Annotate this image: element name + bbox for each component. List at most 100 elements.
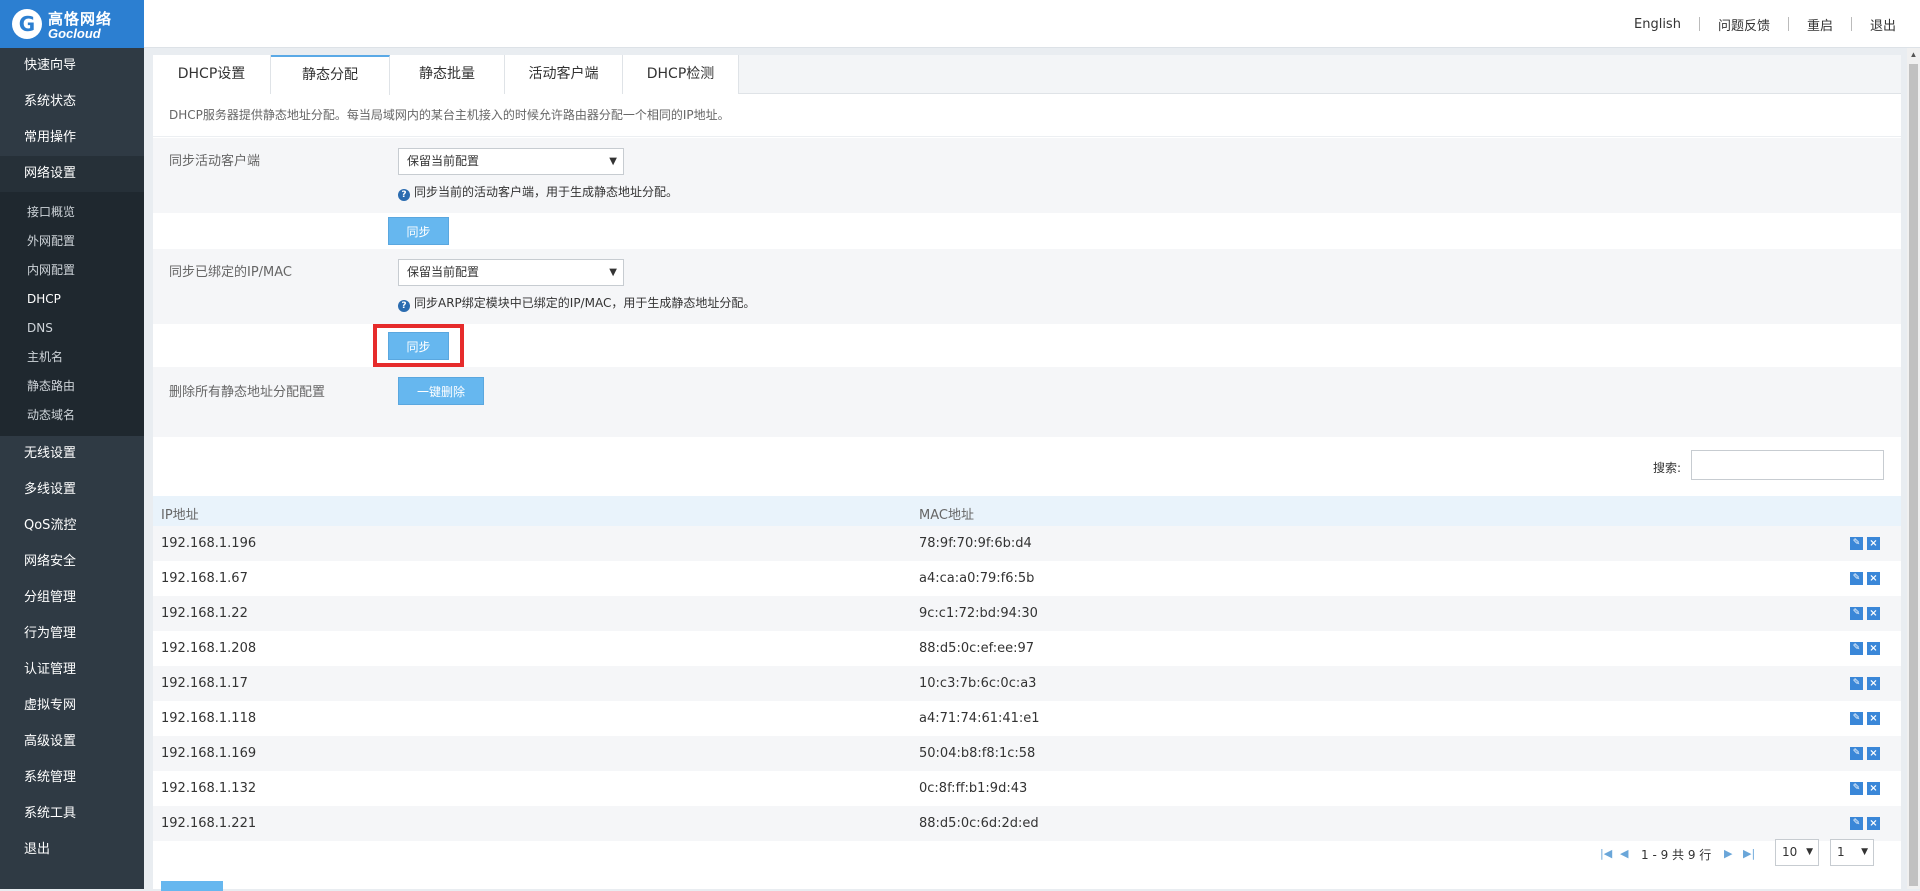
sidebar-item-auth[interactable]: 认证管理 [0,652,144,688]
sync-bound-button[interactable]: 同步 [388,332,449,360]
sidebar-item-multiline[interactable]: 多线设置 [0,472,144,508]
feedback-link[interactable]: 问题反馈 [1700,15,1788,34]
sync-bound-button-row: 同步 [153,324,1901,367]
main-panel: DHCP设置 静态分配 静态批量 活动客户端 DHCP检测 DHCP服务器提供静… [153,55,1901,891]
last-page-icon[interactable]: ▶| [1743,847,1755,860]
mac-cell: 9c:c1:72:bd:94:30 [919,606,1038,621]
edit-icon[interactable]: ✎ [1850,677,1863,690]
delete-icon[interactable]: × [1867,677,1880,690]
mac-cell: 0c:8f:ff:b1:9d:43 [919,781,1028,796]
first-page-icon[interactable]: |◀ [1600,847,1612,860]
mac-cell: 88:d5:0c:6d:2d:ed [919,816,1039,831]
delete-icon[interactable]: × [1867,572,1880,585]
prev-page-icon[interactable]: ◀ [1620,847,1628,860]
mac-cell: a4:71:74:61:41:e1 [919,711,1040,726]
sync-bound-hint-text: 同步ARP绑定模块中已绑定的IP/MAC，用于生成静态地址分配。 [414,296,756,310]
page-description: DHCP服务器提供静态地址分配。每当局域网内的某台主机接入的时候允许路由器分配一… [153,95,1901,137]
sidebar-item-logout[interactable]: 退出 [0,832,144,868]
sidebar-item-system-status[interactable]: 系统状态 [0,84,144,120]
sidebar-subitem-wan[interactable]: 外网配置 [0,227,144,256]
edit-icon[interactable]: ✎ [1850,782,1863,795]
sidebar-item-groups[interactable]: 分组管理 [0,580,144,616]
sync-bound-label: 同步已绑定的IP/MAC [169,265,293,280]
search-label: 搜索: [1653,461,1682,475]
chevron-down-icon: ▼ [609,156,617,167]
search-input[interactable] [1691,450,1884,480]
sidebar: 快速向导 系统状态 常用操作 网络设置 接口概览 外网配置 内网配置 DHCP … [0,48,144,889]
column-header-ip: IP地址 [161,508,199,523]
logo-mark: G [12,9,42,39]
ip-cell: 192.168.1.208 [161,641,257,656]
edit-icon[interactable]: ✎ [1850,712,1863,725]
sync-active-button[interactable]: 同步 [388,217,449,245]
sidebar-submenu: 接口概览 外网配置 内网配置 DHCP DNS 主机名 静态路由 动态域名 [0,192,144,436]
ip-cell: 192.168.1.132 [161,781,257,796]
reboot-link[interactable]: 重启 [1789,15,1851,34]
sidebar-item-quick-wizard[interactable]: 快速向导 [0,48,144,84]
pagination: |◀ ◀ 1 - 9 共 9 行 ▶ ▶| 10 ▼ 1 ▼ [153,835,1901,875]
sidebar-item-advanced[interactable]: 高级设置 [0,724,144,760]
sync-active-select[interactable]: 保留当前配置 ▼ [398,148,624,175]
bottom-button[interactable] [161,881,223,891]
sidebar-item-network-settings[interactable]: 网络设置 [0,156,144,192]
chevron-down-icon: ▼ [1861,847,1868,857]
tab-dhcp-detect[interactable]: DHCP检测 [623,55,739,94]
scroll-up-icon[interactable]: ▲ [1907,48,1920,62]
delete-icon[interactable]: × [1867,747,1880,760]
sidebar-item-system-mgmt[interactable]: 系统管理 [0,760,144,796]
sidebar-item-vpn[interactable]: 虚拟专网 [0,688,144,724]
delete-icon[interactable]: × [1867,607,1880,620]
delete-icon[interactable]: × [1867,782,1880,795]
sidebar-subitem-ddns[interactable]: 动态域名 [0,401,144,430]
tab-dhcp-settings[interactable]: DHCP设置 [153,55,271,94]
sync-bound-hint: ? 同步ARP绑定模块中已绑定的IP/MAC，用于生成静态地址分配。 [398,294,755,312]
top-bar: G 高恪网络 Gocloud English 问题反馈 重启 退出 [0,0,1920,48]
edit-icon[interactable]: ✎ [1850,607,1863,620]
sidebar-subitem-dhcp[interactable]: DHCP [0,285,144,314]
edit-icon[interactable]: ✎ [1850,817,1863,830]
sidebar-subitem-interfaces[interactable]: 接口概览 [0,198,144,227]
sidebar-item-system-tools[interactable]: 系统工具 [0,796,144,832]
sidebar-item-qos[interactable]: QoS流控 [0,508,144,544]
next-page-icon[interactable]: ▶ [1724,847,1732,860]
page-scrollbar[interactable]: ▲ [1907,48,1920,889]
sidebar-item-behavior[interactable]: 行为管理 [0,616,144,652]
scrollbar-thumb[interactable] [1909,64,1918,886]
sidebar-item-wireless[interactable]: 无线设置 [0,436,144,472]
mac-cell: 78:9f:70:9f:6b:d4 [919,536,1032,551]
delete-all-button[interactable]: 一键删除 [398,377,484,405]
delete-icon[interactable]: × [1867,712,1880,725]
sync-bound-select[interactable]: 保留当前配置 ▼ [398,259,624,286]
delete-icon[interactable]: × [1867,642,1880,655]
language-link[interactable]: English [1616,17,1699,32]
ip-cell: 192.168.1.22 [161,606,248,621]
edit-icon[interactable]: ✎ [1850,747,1863,760]
ip-cell: 192.168.1.196 [161,536,257,551]
sidebar-subitem-dns[interactable]: DNS [0,314,144,343]
ip-cell: 192.168.1.17 [161,676,248,691]
table-row: 192.168.1.22 9c:c1:72:bd:94:30 ✎ × [153,596,1901,631]
sidebar-subitem-lan[interactable]: 内网配置 [0,256,144,285]
brand-logo[interactable]: G 高恪网络 Gocloud [0,0,144,48]
edit-icon[interactable]: ✎ [1850,537,1863,550]
tab-static-allocation[interactable]: 静态分配 [271,55,390,95]
delete-icon[interactable]: × [1867,537,1880,550]
edit-icon[interactable]: ✎ [1850,642,1863,655]
edit-icon[interactable]: ✎ [1850,572,1863,585]
sidebar-subitem-static-route[interactable]: 静态路由 [0,372,144,401]
tab-static-batch[interactable]: 静态批量 [390,55,505,94]
sync-active-hint: ? 同步当前的活动客户端，用于生成静态地址分配。 [398,183,678,201]
logout-link[interactable]: 退出 [1852,15,1920,34]
page-number-select[interactable]: 1 ▼ [1830,839,1874,866]
page-size-select[interactable]: 10 ▼ [1775,839,1819,866]
table-row: 192.168.1.67 a4:ca:a0:79:f6:5b ✎ × [153,561,1901,596]
chevron-down-icon: ▼ [609,267,617,278]
sync-active-button-row: 同步 [153,213,1901,249]
sync-active-row: 同步活动客户端 保留当前配置 ▼ ? 同步当前的活动客户端，用于生成静态地址分配。 [153,138,1901,213]
sidebar-item-common-ops[interactable]: 常用操作 [0,120,144,156]
delete-icon[interactable]: × [1867,817,1880,830]
tab-active-clients[interactable]: 活动客户端 [505,55,623,94]
ip-cell: 192.168.1.169 [161,746,257,761]
sidebar-item-security[interactable]: 网络安全 [0,544,144,580]
sidebar-subitem-hostname[interactable]: 主机名 [0,343,144,372]
